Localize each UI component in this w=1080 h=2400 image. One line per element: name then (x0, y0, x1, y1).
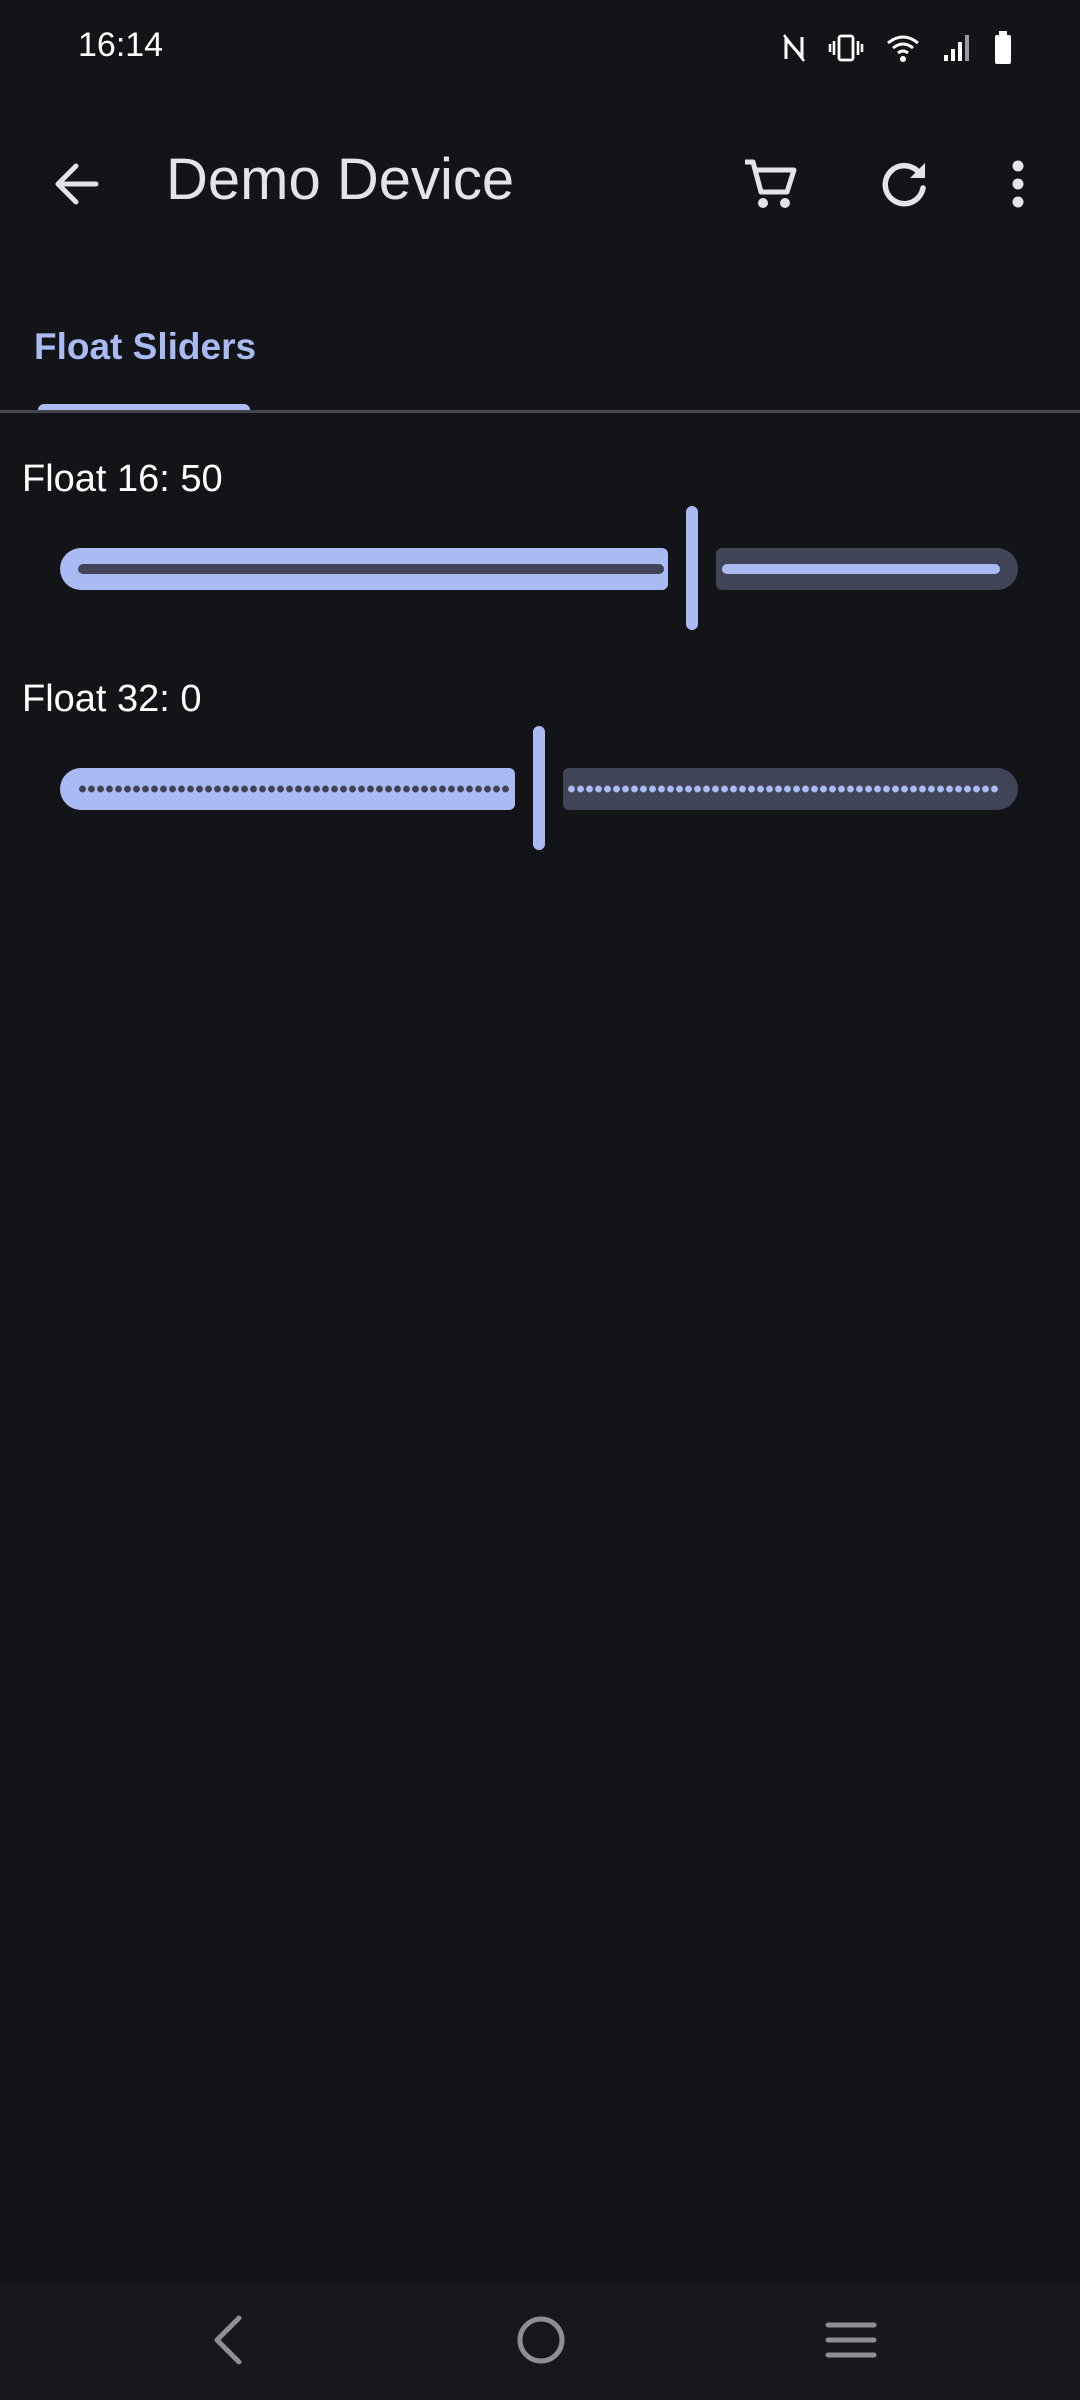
more-options-button[interactable] (972, 140, 1064, 232)
status-time: 16:14 (78, 26, 164, 64)
refresh-button[interactable] (858, 140, 950, 232)
nav-home-button[interactable] (486, 2300, 596, 2384)
signal-icon (942, 33, 972, 63)
battery-icon (994, 31, 1012, 65)
slider-tick-dots-active (78, 784, 511, 794)
nav-back-icon (207, 2314, 247, 2371)
cart-icon (742, 156, 798, 217)
nav-back-button[interactable] (172, 2300, 282, 2384)
status-icons (782, 22, 1012, 74)
nav-recents-icon (825, 2320, 877, 2365)
slider-float32[interactable] (60, 726, 1018, 850)
wifi-icon (886, 33, 920, 63)
tab-float-sliders[interactable]: Float Sliders (0, 300, 256, 412)
tab-row: Float Sliders (0, 300, 1080, 412)
slider-thumb[interactable] (686, 506, 698, 630)
nav-recents-button[interactable] (796, 2300, 906, 2384)
app-bar: Demo Device (0, 112, 1080, 252)
nav-bar (0, 2284, 1080, 2400)
slider-tick-dots-inactive (567, 784, 1000, 794)
screen: 16:14 Demo Device Float Sliders Float 16… (0, 0, 1080, 2400)
cart-button[interactable] (724, 140, 816, 232)
refresh-icon (878, 158, 930, 215)
slider-thumb[interactable] (533, 726, 545, 850)
slider-float16[interactable] (60, 506, 1018, 630)
more-vert-icon (1011, 159, 1025, 214)
slider-label-float16: Float 16: 50 (22, 458, 223, 500)
slider-stop-line-active (78, 564, 664, 574)
app-title: Demo Device (166, 147, 515, 212)
nav-home-icon (515, 2314, 567, 2371)
status-bar: 16:14 (0, 0, 1080, 96)
tab-label: Float Sliders (34, 326, 257, 367)
tab-divider (0, 410, 1080, 413)
slider-stop-line-inactive (722, 564, 1000, 574)
back-arrow-icon (52, 162, 100, 211)
back-button[interactable] (30, 140, 122, 232)
vibrate-icon (828, 33, 864, 63)
slider-label-float32: Float 32: 0 (22, 678, 202, 720)
nfc-icon (782, 33, 806, 63)
